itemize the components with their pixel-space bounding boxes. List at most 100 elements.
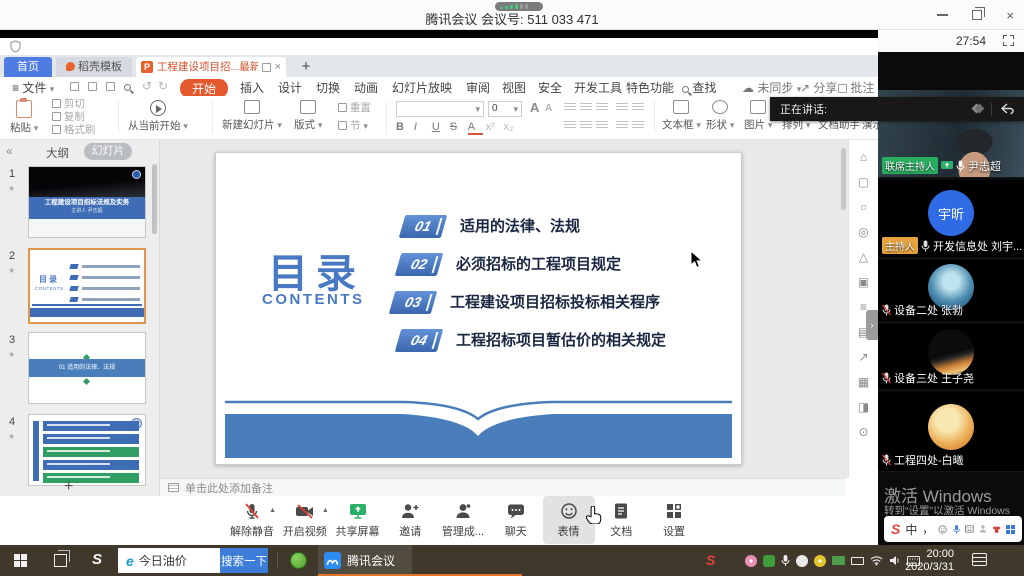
minimize-icon[interactable]	[937, 14, 948, 16]
battery-icon[interactable]	[851, 557, 864, 565]
share-button[interactable]: ↗ 分享	[800, 79, 837, 96]
share-screen-button[interactable]: 共享屏幕	[332, 496, 384, 544]
slide-thumbnail-3[interactable]: 01 适用的法律、法规	[28, 332, 146, 404]
start-button[interactable]	[14, 554, 27, 567]
skin-person-icon[interactable]	[979, 523, 987, 535]
taskbar-item-meeting[interactable]: 腾讯会议	[318, 545, 412, 576]
voice-input-icon[interactable]	[953, 523, 960, 536]
comment-button[interactable]: 批注	[838, 79, 874, 96]
list-icons[interactable]	[562, 103, 610, 115]
emoji-picker-icon[interactable]	[938, 523, 947, 536]
slide-thumbnail-2-selected[interactable]: 目录 CONTENTS	[28, 248, 146, 324]
font-name-select[interactable]: ▾	[396, 101, 484, 117]
format-painter-button[interactable]: 格式刷	[52, 124, 95, 137]
fullscreen-icon[interactable]	[1003, 35, 1014, 46]
layout-button[interactable]: 版式 ▾	[294, 100, 322, 132]
slide-tool-icon[interactable]: ▢	[858, 175, 869, 189]
menu-view[interactable]: 视图	[502, 79, 526, 96]
tab-template[interactable]: 稻壳模板	[56, 57, 132, 77]
wifi-icon[interactable]	[870, 555, 883, 566]
tray-pointer-icon[interactable]	[796, 555, 808, 567]
taskbar-app-icon-green[interactable]	[290, 552, 307, 569]
table-tool-icon[interactable]: ▦	[858, 375, 869, 389]
tray-plus-icon[interactable]	[814, 555, 826, 567]
tab-document[interactable]: P 工程建设项目招...最新】3.31 ×	[136, 57, 286, 77]
collapse-panel-icon[interactable]: «	[6, 144, 13, 158]
menu-insert[interactable]: 插入	[240, 79, 264, 96]
paste-button[interactable]: 粘贴 ▾	[10, 100, 38, 135]
align-icons[interactable]	[562, 121, 610, 133]
textbox-button[interactable]: 文本框 ▾	[662, 100, 701, 132]
lang-mode-button[interactable]: 中	[905, 521, 917, 538]
restore-icon[interactable]	[972, 10, 982, 20]
sogou-taskbar-icon[interactable]: S	[92, 551, 102, 568]
grid-tool-icon[interactable]: ▣	[858, 275, 869, 289]
docs-button[interactable]: 文档	[595, 496, 647, 544]
tray-card-icon[interactable]	[832, 556, 845, 565]
sogou-icon[interactable]: S	[891, 521, 900, 537]
video-options-arrow[interactable]: ▲	[322, 507, 329, 514]
underline-button[interactable]: U	[432, 121, 447, 133]
reset-button[interactable]: 重置	[338, 102, 371, 115]
participant-video-4[interactable]: 设备三处 王子尧	[878, 324, 1024, 390]
skin-shirt-icon[interactable]	[992, 524, 1001, 535]
slide-thumbnail-4[interactable]	[28, 414, 146, 486]
keyboard-icon[interactable]	[965, 524, 974, 534]
slide-thumbnail-1[interactable]: 工程建设项目招标法规及实务 主讲人 尹志超	[28, 166, 146, 238]
settings-button[interactable]: 设置	[648, 496, 700, 544]
tab-home[interactable]: 首页	[4, 57, 52, 77]
mic-options-arrow[interactable]: ▲	[269, 507, 276, 514]
copy-button[interactable]: 复制	[52, 111, 95, 124]
tab-pin-icon[interactable]	[262, 63, 271, 72]
slide-canvas[interactable]: 目录 CONTENTS 01 适用的法律、法规 02 必须招标的工程项目规定 0…	[215, 152, 742, 465]
subscript-button[interactable]: x₂	[504, 121, 519, 133]
thumbnail-scrollbar[interactable]	[152, 164, 157, 234]
rail-expand-handle[interactable]: ›	[866, 310, 878, 340]
font-color-button[interactable]: A	[468, 121, 483, 135]
back-arrow-icon[interactable]	[1000, 103, 1014, 115]
indent-icons[interactable]	[614, 103, 646, 115]
tray-flower-icon[interactable]	[745, 555, 757, 567]
find-quick-icon[interactable]	[124, 79, 131, 93]
slide-scrollbar[interactable]	[841, 148, 846, 210]
share-tool-icon[interactable]: ↗	[858, 350, 868, 364]
taskbar-clock[interactable]: 20:00 2020/3/31	[898, 548, 954, 574]
search-go-button[interactable]: 搜索一下	[220, 548, 268, 573]
punctuation-button[interactable]: ，	[922, 521, 933, 537]
home-tool-icon[interactable]: ⌂	[860, 150, 867, 164]
history-tool-icon[interactable]: ⊙	[858, 425, 868, 439]
tab-outline[interactable]: 大纲	[46, 145, 69, 161]
print-icon[interactable]	[88, 79, 97, 93]
menu-animation[interactable]: 动画	[354, 79, 378, 96]
toolbox-grid-icon[interactable]	[1006, 525, 1015, 534]
taskbar-search[interactable]: e 今日油价 搜索一下	[118, 548, 268, 573]
participant-video-2[interactable]: 宇昕 主持人 开发信息处 刘宇...	[878, 180, 1024, 258]
redo-icon[interactable]: ↻	[158, 79, 168, 93]
menu-devtools[interactable]: 开发工具	[574, 79, 622, 96]
sogou-tray-icon[interactable]: S	[706, 552, 715, 568]
chat-button[interactable]: 聊天	[490, 496, 542, 544]
decrease-font-button[interactable]: A	[545, 103, 552, 114]
invite-button[interactable]: 邀请	[384, 496, 436, 544]
picture-button[interactable]: 图片 ▾	[744, 100, 772, 132]
increase-font-button[interactable]: A	[530, 100, 539, 115]
notes-bar[interactable]: 单击此处添加备注	[160, 478, 845, 496]
participant-video-5[interactable]: 工程四处-白曦	[878, 392, 1024, 472]
media-tool-icon[interactable]: ◨	[858, 400, 869, 414]
tray-shield-icon[interactable]	[763, 555, 775, 567]
shape-button[interactable]: 形状 ▾	[706, 100, 734, 132]
menu-find[interactable]: 查找	[682, 79, 716, 96]
bold-button[interactable]: B	[396, 121, 411, 133]
menu-transition[interactable]: 切换	[316, 79, 340, 96]
participant-video-3[interactable]: 设备二处 张勃	[878, 260, 1024, 322]
save-icon[interactable]	[70, 79, 79, 93]
action-center-icon[interactable]	[972, 553, 987, 566]
font-size-select[interactable]: 0▾	[488, 101, 522, 117]
italic-button[interactable]: I	[414, 121, 429, 133]
tab-slides[interactable]: 幻灯片	[84, 143, 132, 160]
cut-button[interactable]: 剪切	[52, 98, 95, 111]
undo-icon[interactable]: ↺	[142, 79, 152, 93]
target-tool-icon[interactable]: ◎	[858, 225, 868, 239]
shape-tool-icon[interactable]: ○	[860, 200, 867, 214]
tray-mic-icon[interactable]	[781, 554, 790, 567]
